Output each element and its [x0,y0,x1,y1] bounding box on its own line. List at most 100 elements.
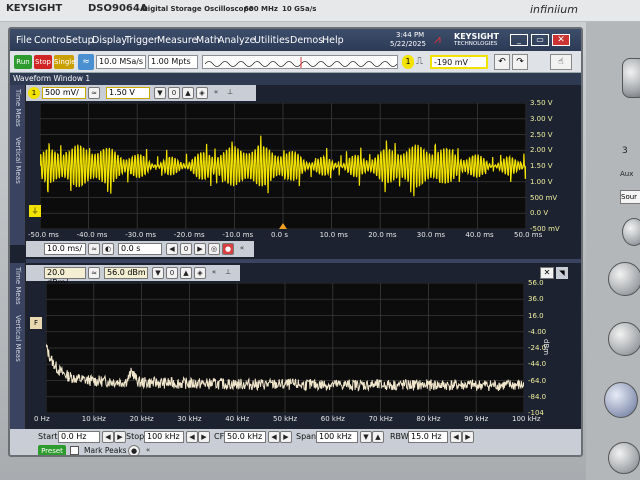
fft-scale-adjust-icon[interactable]: ≈ [88,267,100,279]
peaks-settings-icon[interactable]: ● [128,445,140,455]
stop-button[interactable]: Stop [34,55,52,69]
channel1-ground-marker[interactable]: ⏚ [29,205,41,217]
menu-analyze[interactable]: Analyze [218,35,255,46]
span-field[interactable]: 100 kHz [316,431,358,443]
touch-icon[interactable]: ☝ [550,54,572,70]
sample-rate-field[interactable]: 10.0 MSa/s [96,55,146,69]
tab-vertical-meas-top[interactable]: Vertical Meas [14,137,22,184]
channel1-down-icon[interactable]: ▼ [154,87,166,99]
menu-control[interactable]: Control [34,35,68,46]
tab-vertical-meas-bottom[interactable]: Vertical Meas [14,315,22,362]
channel1-badge[interactable]: 1 [28,87,40,99]
undo-icon[interactable]: ↶ [494,54,510,70]
knob-5[interactable] [604,382,638,418]
knob-3[interactable] [608,262,640,296]
model-label: DSO9064A [88,3,148,14]
cf-field[interactable]: 50.0 kHz [224,431,266,443]
stop-left-icon[interactable]: ◀ [186,431,198,443]
timebase-record-icon[interactable]: ● [222,243,234,255]
channel1-offset-field[interactable]: 1.50 V [106,87,150,99]
menu-utilities[interactable]: Utilities [254,35,290,46]
channel1-up-icon[interactable]: ▲ [182,87,194,99]
run-button[interactable]: Run [14,55,32,69]
channel1-scale-field[interactable]: 500 mV/ [42,87,86,99]
rbw-label: RBW [390,432,409,441]
span-down-icon[interactable]: ▼ [360,431,372,443]
memory-depth-field[interactable]: 1.00 Mpts [148,55,198,69]
channel1-scale-adjust-icon[interactable]: ≈ [88,87,100,99]
channel1-probe-icon[interactable]: ⊥ [224,87,236,99]
x-tick-label: 70 kHz [368,415,393,423]
fft-up-icon[interactable]: ▲ [180,267,192,279]
source-button[interactable]: Sour [620,190,640,204]
knob-6[interactable] [608,442,640,474]
redo-icon[interactable]: ↷ [512,54,528,70]
rbw-field[interactable]: 15.0 Hz [408,431,448,443]
knob-2[interactable] [622,218,640,246]
channel1-collapse-icon[interactable]: « [210,87,222,99]
y-tick-label: -44.0 [528,360,547,369]
timebase-left-icon[interactable]: ◀ [166,243,178,255]
fft-plot[interactable] [45,282,525,414]
trigger-channel-badge[interactable]: 1 [402,55,414,69]
close-icon[interactable]: ✕ [552,34,570,46]
stop-right-icon[interactable]: ▶ [198,431,210,443]
fft-down-icon[interactable]: ▼ [152,267,164,279]
toolbar: Run Stop Single ≈ 10.0 MSa/s 1.00 Mpts 1… [10,51,581,73]
fft-scale-field[interactable]: 20.0 dBm/ [44,267,86,287]
minimize-icon[interactable]: _ [510,34,528,46]
lower-panel-divider[interactable] [26,259,581,263]
timebase-collapse-icon[interactable]: « [236,243,248,255]
cf-right-icon[interactable]: ▶ [280,431,292,443]
timebase-zero-icon[interactable]: 0 [180,243,192,255]
menu-demos[interactable]: Demos [290,35,323,46]
timeline-overview[interactable] [202,55,398,69]
mark-peaks-checkbox[interactable] [70,446,79,455]
timebase-scale-field[interactable]: 10.0 ms/ [44,243,86,255]
stop-field[interactable]: 100 kHz [144,431,184,443]
menu-help[interactable]: Help [322,35,344,46]
rbw-right-icon[interactable]: ▶ [462,431,474,443]
menu-file[interactable]: File [16,35,32,46]
start-field[interactable]: 0.0 Hz [58,431,100,443]
time-domain-plot[interactable] [39,102,527,230]
fft-zero-icon[interactable]: 0 [166,267,178,279]
trigger-edge-icon[interactable]: ⎍ [416,55,428,69]
knob-4[interactable] [608,322,640,356]
fft-collapse-icon[interactable]: « [208,267,220,279]
restore-icon[interactable]: ▭ [531,34,549,46]
single-button[interactable]: Single [54,55,76,69]
tab-time-meas-bottom[interactable]: Time Meas [14,267,22,305]
lower-side-tabs: Time Meas Vertical Meas [10,263,26,429]
fft-probe-icon[interactable]: ⊥ [222,267,234,279]
start-left-icon[interactable]: ◀ [102,431,114,443]
fft-marker[interactable]: F [30,317,42,329]
fft-expand-icon[interactable]: ◥ [556,267,568,279]
peaks-collapse-icon[interactable]: « [142,445,154,455]
fft-fine-icon[interactable]: ◈ [194,267,206,279]
rbw-left-icon[interactable]: ◀ [450,431,462,443]
span-up-icon[interactable]: ▲ [372,431,384,443]
preset-button[interactable]: Preset [38,445,66,455]
knob-1[interactable] [622,58,640,98]
fft-ref-field[interactable]: 56.0 dBm [104,267,148,279]
menu-setup[interactable]: Setup [66,35,94,46]
tab-time-meas-top[interactable]: Time Meas [14,89,22,127]
timebase-adjust-icon[interactable]: ≈ [88,243,100,255]
menu-math[interactable]: Math [196,35,220,46]
start-right-icon[interactable]: ▶ [114,431,126,443]
autoscale-icon[interactable]: ≈ [78,54,94,70]
channel1-fine-icon[interactable]: ◈ [196,87,208,99]
fft-close-icon[interactable]: ✕ [540,267,554,279]
menu-trigger[interactable]: Trigger [125,35,158,46]
trigger-level-field[interactable]: -190 mV [430,55,488,69]
timebase-delay-icon[interactable]: ◎ [208,243,220,255]
menu-display[interactable]: Display [92,35,127,46]
cf-left-icon[interactable]: ◀ [268,431,280,443]
time-x-axis-labels: -50.0 ms -40.0 ms -30.0 ms -20.0 ms -10.0 ms… [28,231,542,241]
timebase-right-icon[interactable]: ▶ [194,243,206,255]
timebase-position-field[interactable]: 0.0 s [118,243,162,255]
channel1-zero-icon[interactable]: 0 [168,87,180,99]
timebase-zoom-icon[interactable]: ◐ [102,243,114,255]
menu-measure[interactable]: Measure [157,35,197,46]
